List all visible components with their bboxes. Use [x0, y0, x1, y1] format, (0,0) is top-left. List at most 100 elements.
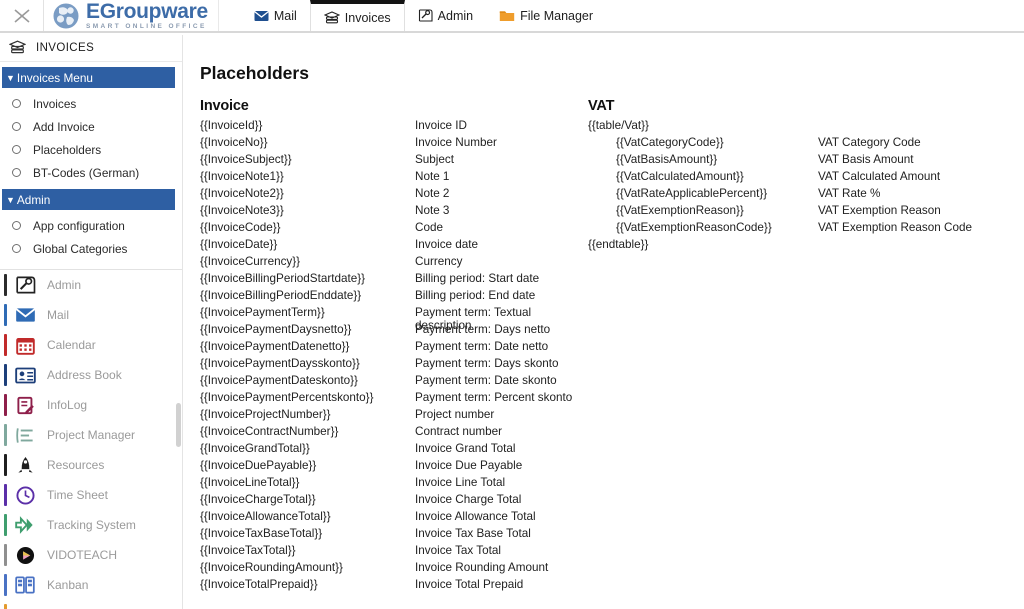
vidoteach-icon: [12, 544, 38, 566]
logo-subtitle: SMART ONLINE OFFICE: [86, 22, 207, 30]
placeholder-row: {{VatExemptionReasonCode}} VAT Exemption …: [588, 221, 1008, 238]
mail-icon: [12, 304, 38, 326]
placeholder-row: {{InvoicePaymentDaysnetto}} Payment term:…: [200, 323, 588, 340]
placeholder-description: Invoice Total Prepaid: [415, 578, 524, 591]
placeholder-description: Invoice Line Total: [415, 476, 506, 489]
placeholder-row: {{InvoiceCurrency}} Currency: [200, 255, 588, 272]
placeholder-key: {{VatBasisAmount}}: [616, 153, 718, 166]
sidebar-group-invoices-menu[interactable]: ▼ Invoices Menu: [2, 67, 175, 88]
invoice-placeholder-list: {{InvoiceId}} Invoice ID {{InvoiceNo}} Invo…: [200, 119, 588, 595]
timesheet-icon: [12, 484, 38, 506]
placeholder-key: {{InvoiceBillingPeriodStartdate}}: [200, 272, 366, 285]
sidebar-app-vidoteach[interactable]: VIDOTEACH: [0, 540, 182, 570]
placeholder-description: Payment term: Date skonto: [415, 374, 557, 387]
sidebar-app-resources[interactable]: Resources: [0, 450, 182, 480]
infolog-icon: [12, 394, 38, 416]
sidebar-group-invoices-menu-label: Invoices Menu: [16, 70, 93, 85]
page-title: Placeholders: [200, 63, 309, 83]
placeholder-row: {{VatCategoryCode}} VAT Category Code: [588, 136, 1008, 153]
placeholder-description: Payment term: Percent skonto: [415, 391, 573, 404]
main-content: Placeholders Invoice {{InvoiceId}} Invoic…: [184, 35, 1024, 609]
placeholder-row: {{InvoiceCode}} Code: [200, 221, 588, 238]
placeholder-row: {{InvoiceTotalPrepaid}} Invoice Total Pre…: [200, 578, 588, 595]
sidebar-app-time-sheet[interactable]: Time Sheet: [0, 480, 182, 510]
sidebar-app-file-manager[interactable]: File Manager: [0, 600, 182, 609]
sidebar-app-project-manager-label: Project Manager: [47, 428, 136, 442]
placeholder-row: {{InvoicePaymentDaysskonto}} Payment term…: [200, 357, 588, 374]
placeholder-key: {{InvoiceNo}}: [200, 136, 268, 149]
sidebar-app-address-book[interactable]: Address Book: [0, 360, 182, 390]
sidebar-item-invoices[interactable]: Invoices: [0, 92, 182, 115]
placeholder-description: Project number: [415, 408, 495, 421]
close-icon: [11, 5, 33, 27]
egroupware-logo-icon: [52, 2, 80, 30]
tab-file-manager[interactable]: File Manager: [486, 0, 606, 31]
tab-mail[interactable]: Mail: [241, 0, 310, 31]
sidebar-app-calendar[interactable]: Calendar: [0, 330, 182, 360]
folder-icon: [499, 9, 515, 22]
sidebar-scrollbar-thumb[interactable]: [176, 403, 181, 447]
sidebar-app-project-manager[interactable]: Project Manager: [0, 420, 182, 450]
sidebar-app-tracking-system-label: Tracking System: [47, 518, 136, 532]
placeholder-key: {{InvoiceTotalPrepaid}}: [200, 578, 318, 591]
accent-bar: [4, 304, 7, 326]
sidebar-item-invoices-label: Invoices: [33, 96, 77, 111]
close-button[interactable]: [0, 0, 44, 31]
vat-section-title: VAT: [588, 98, 615, 114]
accent-bar: [4, 364, 7, 386]
sidebar-item-bt-codes[interactable]: BT-Codes (German): [0, 161, 182, 184]
placeholder-description: Note 3: [415, 204, 450, 217]
placeholder-key: {{InvoiceRoundingAmount}}: [200, 561, 343, 574]
app-logo[interactable]: EGroupware SMART ONLINE OFFICE: [44, 0, 219, 31]
sidebar-group-admin[interactable]: ▼ Admin: [2, 189, 175, 210]
resources-icon: [12, 454, 38, 476]
sidebar-item-global-categories[interactable]: Global Categories: [0, 237, 182, 260]
placeholder-row: {{InvoiceTaxBaseTotal}} Invoice Tax Base …: [200, 527, 588, 544]
sidebar-app-header-label: INVOICES: [36, 42, 95, 54]
sidebar-app-infolog[interactable]: InfoLog: [0, 390, 182, 420]
placeholder-key: {{InvoiceLineTotal}}: [200, 476, 300, 489]
sidebar-app-kanban[interactable]: Kanban: [0, 570, 182, 600]
radio-icon: [12, 145, 21, 154]
tab-admin[interactable]: Admin: [405, 0, 486, 31]
placeholder-row: {{InvoiceNo}} Invoice Number: [200, 136, 588, 153]
placeholder-description: Code: [415, 221, 443, 234]
mail-icon: [253, 10, 269, 22]
placeholder-description: Billing period: Start date: [415, 272, 540, 285]
sidebar-app-mail-label: Mail: [47, 308, 70, 322]
placeholder-key: {{InvoiceSubject}}: [200, 153, 292, 166]
sidebar-app-infolog-label: InfoLog: [47, 398, 88, 412]
placeholder-description: Payment term: Date netto: [415, 340, 549, 353]
sidebar-app-tracking-system[interactable]: Tracking System: [0, 510, 182, 540]
placeholder-row: {{InvoicePaymentDatenetto}} Payment term:…: [200, 340, 588, 357]
tab-admin-label: Admin: [437, 8, 474, 23]
sidebar-app-mail[interactable]: Mail: [0, 300, 182, 330]
sidebar-app-calendar-label: Calendar: [47, 338, 96, 352]
placeholder-row: {{VatCalculatedAmount}} VAT Calculated Am…: [588, 170, 1008, 187]
tab-file-manager-label: File Manager: [520, 8, 594, 23]
placeholder-description: Invoice date: [415, 238, 479, 251]
placeholder-row: {{VatBasisAmount}} VAT Basis Amount: [588, 153, 1008, 170]
sidebar-item-placeholders[interactable]: Placeholders: [0, 138, 182, 161]
placeholder-row: {{VatRateApplicablePercent}} VAT Rate %: [588, 187, 1008, 204]
sidebar-app-admin[interactable]: Admin: [0, 270, 182, 300]
placeholder-description: Invoice Charge Total: [415, 493, 522, 506]
tab-invoices[interactable]: Invoices: [309, 0, 405, 31]
accent-bar: [4, 424, 7, 446]
placeholder-row: {{InvoiceNote3}} Note 3: [200, 204, 588, 221]
placeholder-description: VAT Exemption Reason: [818, 204, 941, 217]
placeholder-key: {{InvoiceNote1}}: [200, 170, 284, 183]
placeholder-key: {{InvoiceDate}}: [200, 238, 278, 251]
tab-invoices-label: Invoices: [344, 10, 391, 25]
accent-bar: [4, 604, 7, 609]
sidebar-item-add-invoice[interactable]: Add Invoice: [0, 115, 182, 138]
sidebar-item-app-configuration[interactable]: App configuration: [0, 214, 182, 237]
radio-icon: [12, 168, 21, 177]
placeholders-columns: Invoice {{InvoiceId}} Invoice ID {{Invoice…: [184, 98, 1024, 595]
accent-bar: [4, 544, 7, 566]
invoices-icon: [8, 40, 27, 57]
placeholder-row: {{InvoiceNote1}} Note 1: [200, 170, 588, 187]
placeholder-key: {{InvoiceCurrency}}: [200, 255, 301, 268]
placeholder-row: {{InvoiceContractNumber}} Contract number: [200, 425, 588, 442]
placeholder-row: {{VatExemptionReason}} VAT Exemption Reas…: [588, 204, 1008, 221]
